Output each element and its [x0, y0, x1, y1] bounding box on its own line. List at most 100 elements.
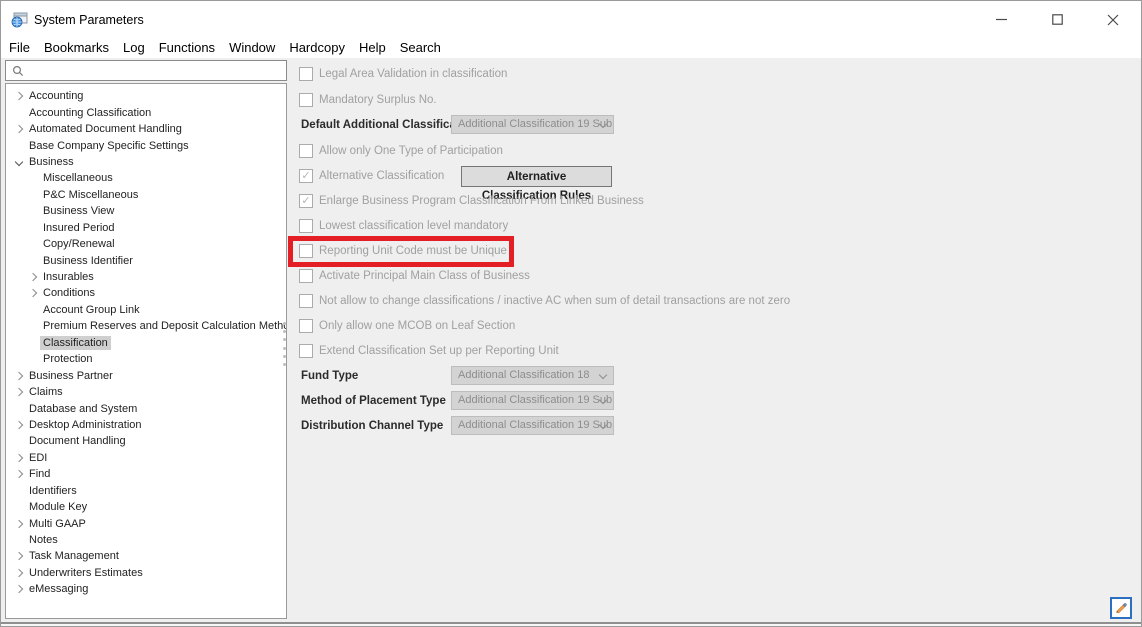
expand-chevron-icon[interactable]: [12, 126, 26, 132]
expand-chevron-icon[interactable]: [12, 586, 26, 592]
tree-item-business-partner[interactable]: Business Partner: [6, 367, 286, 383]
tree-item-database-and-system[interactable]: Database and System: [6, 400, 286, 416]
tree-item-label: Protection: [40, 352, 96, 366]
tree-item-conditions[interactable]: Conditions: [6, 285, 286, 301]
tree-item-label: Business Identifier: [40, 254, 136, 268]
collapse-chevron-icon[interactable]: [12, 159, 26, 165]
tree-item-base-company-specific-settings[interactable]: Base Company Specific Settings: [6, 137, 286, 153]
checkbox-checked[interactable]: ✓: [299, 169, 313, 183]
checkbox-label: Reporting Unit Code must be Unique: [319, 245, 507, 257]
close-button[interactable]: [1085, 1, 1141, 38]
expand-chevron-icon[interactable]: [12, 471, 26, 477]
chevron-down-icon: [599, 371, 607, 379]
system-parameters-window: System Parameters FileBookmarksLogFuncti…: [0, 0, 1142, 627]
checkbox-unchecked[interactable]: [299, 319, 313, 333]
menu-item-hardcopy[interactable]: Hardcopy: [282, 38, 352, 58]
tree-item-find[interactable]: Find: [6, 466, 286, 482]
tree-item-accounting-classification[interactable]: Accounting Classification: [6, 104, 286, 120]
tree-item-copy-renewal[interactable]: Copy/Renewal: [6, 236, 286, 252]
checkbox-unchecked[interactable]: [299, 219, 313, 233]
tree-item-label: Base Company Specific Settings: [26, 139, 192, 153]
tree-item-label: Claims: [26, 385, 66, 399]
menu-item-log[interactable]: Log: [116, 38, 152, 58]
tree-item-label: Underwriters Estimates: [26, 566, 146, 580]
dropdown-distribution-channel-type[interactable]: Additional Classification 19 Sub 4: [451, 416, 614, 435]
tree-item-label: P&C Miscellaneous: [40, 188, 141, 202]
checkbox-unchecked[interactable]: [299, 269, 313, 283]
settings-row: Method of Placement TypeAdditional Class…: [288, 389, 1135, 413]
expand-chevron-icon[interactable]: [12, 521, 26, 527]
tree-search-input[interactable]: [28, 62, 286, 80]
checkbox-unchecked[interactable]: [299, 144, 313, 158]
menu-item-file[interactable]: File: [1, 38, 37, 58]
tree-item-accounting[interactable]: Accounting: [6, 88, 286, 104]
tree-item-business-view[interactable]: Business View: [6, 203, 286, 219]
expand-chevron-icon[interactable]: [12, 455, 26, 461]
dropdown-method-of-placement-type[interactable]: Additional Classification 19 Sub 2: [451, 391, 614, 410]
splitter-grip[interactable]: [282, 322, 287, 366]
menu-item-functions[interactable]: Functions: [152, 38, 222, 58]
tree-item-document-handling[interactable]: Document Handling: [6, 433, 286, 449]
alternative-classification-rules-button[interactable]: Alternative Classification Rules: [461, 166, 612, 187]
tree-item-multi-gaap[interactable]: Multi GAAP: [6, 515, 286, 531]
tree-item-label: Miscellaneous: [40, 171, 116, 185]
tree-item-insurables[interactable]: Insurables: [6, 269, 286, 285]
settings-row: Lowest classification level mandatory: [288, 214, 1135, 238]
checkbox-unchecked[interactable]: [299, 67, 313, 81]
maximize-button[interactable]: [1029, 1, 1085, 38]
menu-item-search[interactable]: Search: [393, 38, 448, 58]
tree-item-emessaging[interactable]: eMessaging: [6, 581, 286, 597]
checkbox-unchecked[interactable]: [299, 294, 313, 308]
tree-item-business[interactable]: Business: [6, 154, 286, 170]
tree-item-desktop-administration[interactable]: Desktop Administration: [6, 417, 286, 433]
tree-item-automated-document-handling[interactable]: Automated Document Handling: [6, 121, 286, 137]
tree-item-identifiers[interactable]: Identifiers: [6, 483, 286, 499]
expand-chevron-icon[interactable]: [12, 553, 26, 559]
tree-item-account-group-link[interactable]: Account Group Link: [6, 302, 286, 318]
checkbox-checked[interactable]: ✓: [299, 194, 313, 208]
tree-item-task-management[interactable]: Task Management: [6, 548, 286, 564]
tree-item-business-identifier[interactable]: Business Identifier: [6, 252, 286, 268]
field-label: Fund Type: [301, 370, 358, 382]
tree-item-protection[interactable]: Protection: [6, 351, 286, 367]
tree-item-p-c-miscellaneous[interactable]: P&C Miscellaneous: [6, 187, 286, 203]
tree-item-classification[interactable]: Classification: [6, 335, 286, 351]
checkbox-unchecked[interactable]: [299, 244, 313, 258]
tree-item-label: Conditions: [40, 286, 98, 300]
dropdown-default-additional-classification[interactable]: Additional Classification 19 Sub 4: [451, 115, 614, 134]
tree-item-claims[interactable]: Claims: [6, 384, 286, 400]
tree-item-insured-period[interactable]: Insured Period: [6, 220, 286, 236]
tree-item-label: Business: [26, 155, 77, 169]
tree-item-label: Account Group Link: [40, 303, 143, 317]
menu-item-bookmarks[interactable]: Bookmarks: [37, 38, 116, 58]
settings-row: Reporting Unit Code must be Unique: [288, 239, 1135, 263]
search-icon: [12, 65, 24, 77]
settings-row: Activate Principal Main Class of Busines…: [288, 264, 1135, 288]
expand-chevron-icon[interactable]: [26, 290, 40, 296]
checkbox-unchecked[interactable]: [299, 344, 313, 358]
menu-item-window[interactable]: Window: [222, 38, 282, 58]
settings-row: ✓Enlarge Business Program Classification…: [288, 189, 1135, 213]
tree-item-label: Document Handling: [26, 434, 129, 448]
checkbox-label: Alternative Classification: [319, 170, 444, 182]
expand-chevron-icon[interactable]: [12, 373, 26, 379]
tree-item-label: eMessaging: [26, 582, 91, 596]
title-bar: System Parameters: [1, 1, 1141, 38]
minimize-button[interactable]: [973, 1, 1029, 38]
tree-item-edi[interactable]: EDI: [6, 450, 286, 466]
tree-item-premium-reserves-and-deposit-calculation-method[interactable]: Premium Reserves and Deposit Calculation…: [6, 318, 286, 334]
menu-item-help[interactable]: Help: [352, 38, 393, 58]
tree-item-module-key[interactable]: Module Key: [6, 499, 286, 515]
tree-item-notes[interactable]: Notes: [6, 532, 286, 548]
expand-chevron-icon[interactable]: [26, 274, 40, 280]
dropdown-fund-type[interactable]: Additional Classification 18: [451, 366, 614, 385]
expand-chevron-icon[interactable]: [12, 570, 26, 576]
tree-item-underwriters-estimates[interactable]: Underwriters Estimates: [6, 565, 286, 581]
checkbox-unchecked[interactable]: [299, 93, 313, 107]
expand-chevron-icon[interactable]: [12, 93, 26, 99]
tree-item-miscellaneous[interactable]: Miscellaneous: [6, 170, 286, 186]
edit-pencil-button[interactable]: [1110, 597, 1132, 619]
expand-chevron-icon[interactable]: [12, 422, 26, 428]
checkbox-label: Mandatory Surplus No.: [319, 94, 437, 106]
expand-chevron-icon[interactable]: [12, 389, 26, 395]
